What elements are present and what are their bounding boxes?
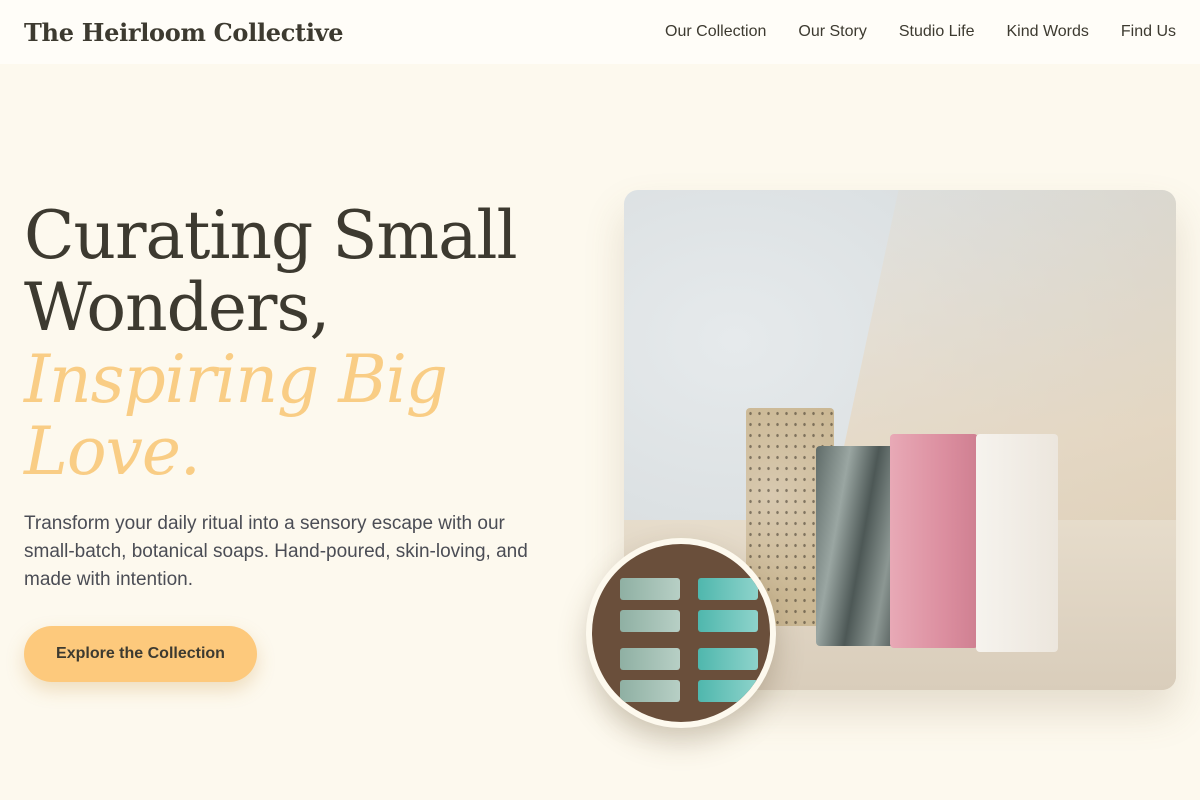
brand-logo[interactable]: The Heirloom Collective (24, 18, 344, 47)
soap-tray-teal-4 (698, 680, 758, 702)
nav-link-kind-words[interactable]: Kind Words (1006, 23, 1088, 41)
hero-headline: Curating Small Wonders, Inspiring Big Lo… (24, 200, 564, 488)
round-detail-photo (586, 538, 776, 728)
hero-section: Curating Small Wonders, Inspiring Big Lo… (24, 200, 564, 682)
top-navigation: The Heirloom Collective Our Collection O… (0, 0, 1200, 64)
soap-tray-sage-4 (620, 680, 680, 702)
headline-line-2: Wonders, (24, 269, 330, 346)
hero-description: Transform your daily ritual into a senso… (24, 513, 528, 590)
soap-tray-teal-1 (698, 578, 758, 600)
headline-line-1: Curating Small (24, 197, 518, 274)
nav-link-our-collection[interactable]: Our Collection (665, 23, 766, 41)
headline-accent-line-2: Love. (24, 413, 201, 490)
nav-links: Our Collection Our Story Studio Life Kin… (665, 23, 1176, 41)
soap-tray-teal-2 (698, 610, 758, 632)
nav-link-our-story[interactable]: Our Story (798, 23, 866, 41)
soap-bar-rose (890, 434, 978, 648)
headline-accent-line-1: Inspiring Big (24, 341, 448, 418)
soap-tray-sage-3 (620, 648, 680, 670)
soap-tray-sage-1 (620, 578, 680, 600)
soap-tray-teal-3 (698, 648, 758, 670)
nav-link-studio-life[interactable]: Studio Life (899, 23, 975, 41)
soap-bar-white (976, 434, 1058, 652)
soap-bar-charcoal (816, 446, 896, 646)
nav-link-find-us[interactable]: Find Us (1121, 23, 1176, 41)
soap-tray-sage-2 (620, 610, 680, 632)
explore-collection-button[interactable]: Explore the Collection (24, 626, 257, 682)
